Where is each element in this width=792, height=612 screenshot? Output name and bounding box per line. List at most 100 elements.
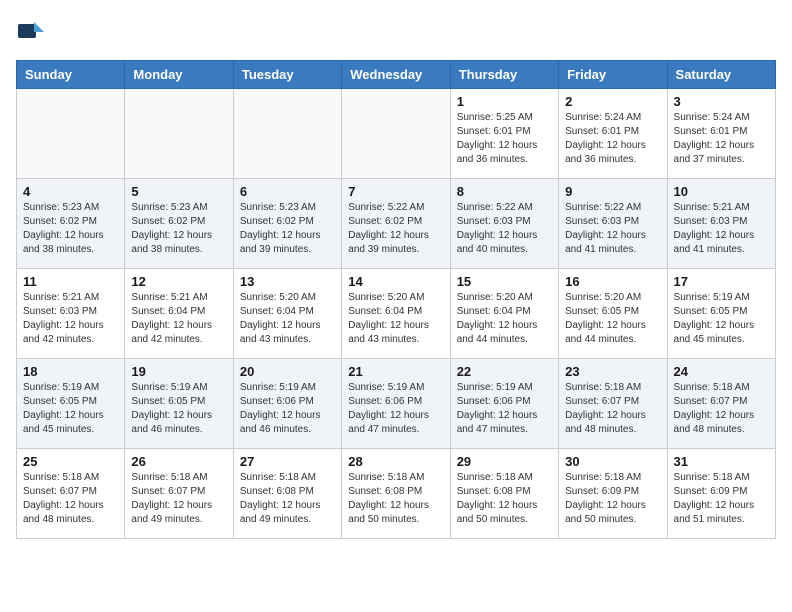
- day-info: Sunrise: 5:20 AM Sunset: 6:04 PM Dayligh…: [457, 291, 552, 347]
- weekday-header-tuesday: Tuesday: [233, 61, 341, 89]
- calendar-cell: 10 Sunrise: 5:21 AM Sunset: 6:03 PM Dayli…: [667, 179, 775, 269]
- day-number: 16: [565, 274, 660, 289]
- day-info: Sunrise: 5:18 AM Sunset: 6:08 PM Dayligh…: [348, 471, 443, 527]
- day-number: 22: [457, 364, 552, 379]
- day-number: 7: [348, 184, 443, 199]
- day-info: Sunrise: 5:20 AM Sunset: 6:05 PM Dayligh…: [565, 291, 660, 347]
- day-number: 27: [240, 454, 335, 469]
- day-number: 11: [23, 274, 118, 289]
- day-number: 13: [240, 274, 335, 289]
- calendar-cell: 19 Sunrise: 5:19 AM Sunset: 6:05 PM Dayli…: [125, 359, 233, 449]
- calendar-week-row: 18 Sunrise: 5:19 AM Sunset: 6:05 PM Dayli…: [17, 359, 776, 449]
- calendar-header-row: SundayMondayTuesdayWednesdayThursdayFrid…: [17, 61, 776, 89]
- calendar-cell: 6 Sunrise: 5:23 AM Sunset: 6:02 PM Daylig…: [233, 179, 341, 269]
- day-number: 2: [565, 94, 660, 109]
- day-number: 3: [674, 94, 769, 109]
- calendar-cell: 4Sunrise: 5:23 AM Sunset: 6:02 PM Daylig…: [17, 179, 125, 269]
- day-number: 5: [131, 184, 226, 199]
- day-info: Sunrise: 5:18 AM Sunset: 6:09 PM Dayligh…: [565, 471, 660, 527]
- day-number: 15: [457, 274, 552, 289]
- day-info: Sunrise: 5:18 AM Sunset: 6:09 PM Dayligh…: [674, 471, 769, 527]
- day-number: 20: [240, 364, 335, 379]
- day-info: Sunrise: 5:18 AM Sunset: 6:08 PM Dayligh…: [457, 471, 552, 527]
- calendar-cell: 31Sunrise: 5:18 AM Sunset: 6:09 PM Dayli…: [667, 449, 775, 539]
- calendar-week-row: 4Sunrise: 5:23 AM Sunset: 6:02 PM Daylig…: [17, 179, 776, 269]
- calendar-cell: 9 Sunrise: 5:22 AM Sunset: 6:03 PM Daylig…: [559, 179, 667, 269]
- calendar-cell: 16 Sunrise: 5:20 AM Sunset: 6:05 PM Dayli…: [559, 269, 667, 359]
- day-number: 26: [131, 454, 226, 469]
- calendar-cell: 1 Sunrise: 5:25 AM Sunset: 6:01 PM Daylig…: [450, 89, 558, 179]
- calendar-cell: 18 Sunrise: 5:19 AM Sunset: 6:05 PM Dayli…: [17, 359, 125, 449]
- calendar-cell: 17Sunrise: 5:19 AM Sunset: 6:05 PM Dayli…: [667, 269, 775, 359]
- calendar-week-row: 11 Sunrise: 5:21 AM Sunset: 6:03 PM Dayli…: [17, 269, 776, 359]
- day-number: 24: [674, 364, 769, 379]
- calendar-cell: 7 Sunrise: 5:22 AM Sunset: 6:02 PM Daylig…: [342, 179, 450, 269]
- day-info: Sunrise: 5:18 AM Sunset: 6:07 PM Dayligh…: [565, 381, 660, 437]
- calendar-cell: 30Sunrise: 5:18 AM Sunset: 6:09 PM Dayli…: [559, 449, 667, 539]
- day-number: 9: [565, 184, 660, 199]
- day-number: 21: [348, 364, 443, 379]
- calendar-cell: 20Sunrise: 5:19 AM Sunset: 6:06 PM Dayli…: [233, 359, 341, 449]
- calendar-cell: 14Sunrise: 5:20 AM Sunset: 6:04 PM Dayli…: [342, 269, 450, 359]
- day-info: Sunrise: 5:22 AM Sunset: 6:02 PM Dayligh…: [348, 201, 443, 257]
- day-info: Sunrise: 5:18 AM Sunset: 6:08 PM Dayligh…: [240, 471, 335, 527]
- weekday-header-monday: Monday: [125, 61, 233, 89]
- day-number: 25: [23, 454, 118, 469]
- day-info: Sunrise: 5:19 AM Sunset: 6:05 PM Dayligh…: [131, 381, 226, 437]
- calendar-cell: 22 Sunrise: 5:19 AM Sunset: 6:06 PM Dayli…: [450, 359, 558, 449]
- calendar-table: SundayMondayTuesdayWednesdayThursdayFrid…: [16, 60, 776, 539]
- calendar-cell: 29Sunrise: 5:18 AM Sunset: 6:08 PM Dayli…: [450, 449, 558, 539]
- calendar-cell: [17, 89, 125, 179]
- day-info: Sunrise: 5:18 AM Sunset: 6:07 PM Dayligh…: [23, 471, 118, 527]
- day-info: Sunrise: 5:19 AM Sunset: 6:06 PM Dayligh…: [348, 381, 443, 437]
- calendar-cell: 2 Sunrise: 5:24 AM Sunset: 6:01 PM Daylig…: [559, 89, 667, 179]
- day-info: Sunrise: 5:24 AM Sunset: 6:01 PM Dayligh…: [565, 111, 660, 167]
- calendar-cell: [233, 89, 341, 179]
- calendar-cell: 25 Sunrise: 5:18 AM Sunset: 6:07 PM Dayli…: [17, 449, 125, 539]
- weekday-header-wednesday: Wednesday: [342, 61, 450, 89]
- calendar-week-row: 1 Sunrise: 5:25 AM Sunset: 6:01 PM Daylig…: [17, 89, 776, 179]
- day-info: Sunrise: 5:20 AM Sunset: 6:04 PM Dayligh…: [240, 291, 335, 347]
- calendar-cell: 11 Sunrise: 5:21 AM Sunset: 6:03 PM Dayli…: [17, 269, 125, 359]
- day-number: 23: [565, 364, 660, 379]
- calendar-cell: 5 Sunrise: 5:23 AM Sunset: 6:02 PM Daylig…: [125, 179, 233, 269]
- calendar-cell: 12 Sunrise: 5:21 AM Sunset: 6:04 PM Dayli…: [125, 269, 233, 359]
- day-info: Sunrise: 5:21 AM Sunset: 6:04 PM Dayligh…: [131, 291, 226, 347]
- calendar-cell: [342, 89, 450, 179]
- day-info: Sunrise: 5:21 AM Sunset: 6:03 PM Dayligh…: [674, 201, 769, 257]
- weekday-header-thursday: Thursday: [450, 61, 558, 89]
- day-info: Sunrise: 5:23 AM Sunset: 6:02 PM Dayligh…: [23, 201, 118, 257]
- calendar-week-row: 25 Sunrise: 5:18 AM Sunset: 6:07 PM Dayli…: [17, 449, 776, 539]
- day-number: 8: [457, 184, 552, 199]
- day-info: Sunrise: 5:23 AM Sunset: 6:02 PM Dayligh…: [240, 201, 335, 257]
- calendar-cell: 3Sunrise: 5:24 AM Sunset: 6:01 PM Daylig…: [667, 89, 775, 179]
- calendar-cell: 23 Sunrise: 5:18 AM Sunset: 6:07 PM Dayli…: [559, 359, 667, 449]
- calendar-cell: 28 Sunrise: 5:18 AM Sunset: 6:08 PM Dayli…: [342, 449, 450, 539]
- weekday-header-friday: Friday: [559, 61, 667, 89]
- calendar-cell: 24Sunrise: 5:18 AM Sunset: 6:07 PM Dayli…: [667, 359, 775, 449]
- day-info: Sunrise: 5:25 AM Sunset: 6:01 PM Dayligh…: [457, 111, 552, 167]
- day-info: Sunrise: 5:19 AM Sunset: 6:05 PM Dayligh…: [674, 291, 769, 347]
- calendar-cell: 27 Sunrise: 5:18 AM Sunset: 6:08 PM Dayli…: [233, 449, 341, 539]
- day-number: 19: [131, 364, 226, 379]
- day-number: 18: [23, 364, 118, 379]
- weekday-header-saturday: Saturday: [667, 61, 775, 89]
- calendar-cell: 21 Sunrise: 5:19 AM Sunset: 6:06 PM Dayli…: [342, 359, 450, 449]
- day-info: Sunrise: 5:22 AM Sunset: 6:03 PM Dayligh…: [565, 201, 660, 257]
- day-info: Sunrise: 5:19 AM Sunset: 6:05 PM Dayligh…: [23, 381, 118, 437]
- day-info: Sunrise: 5:19 AM Sunset: 6:06 PM Dayligh…: [457, 381, 552, 437]
- day-number: 12: [131, 274, 226, 289]
- weekday-header-sunday: Sunday: [17, 61, 125, 89]
- logo-icon: [16, 16, 48, 48]
- day-number: 10: [674, 184, 769, 199]
- day-number: 6: [240, 184, 335, 199]
- day-number: 1: [457, 94, 552, 109]
- day-info: Sunrise: 5:18 AM Sunset: 6:07 PM Dayligh…: [131, 471, 226, 527]
- logo: [16, 16, 54, 48]
- day-number: 28: [348, 454, 443, 469]
- calendar-cell: 15 Sunrise: 5:20 AM Sunset: 6:04 PM Dayli…: [450, 269, 558, 359]
- day-info: Sunrise: 5:21 AM Sunset: 6:03 PM Dayligh…: [23, 291, 118, 347]
- day-info: Sunrise: 5:23 AM Sunset: 6:02 PM Dayligh…: [131, 201, 226, 257]
- day-info: Sunrise: 5:20 AM Sunset: 6:04 PM Dayligh…: [348, 291, 443, 347]
- day-info: Sunrise: 5:22 AM Sunset: 6:03 PM Dayligh…: [457, 201, 552, 257]
